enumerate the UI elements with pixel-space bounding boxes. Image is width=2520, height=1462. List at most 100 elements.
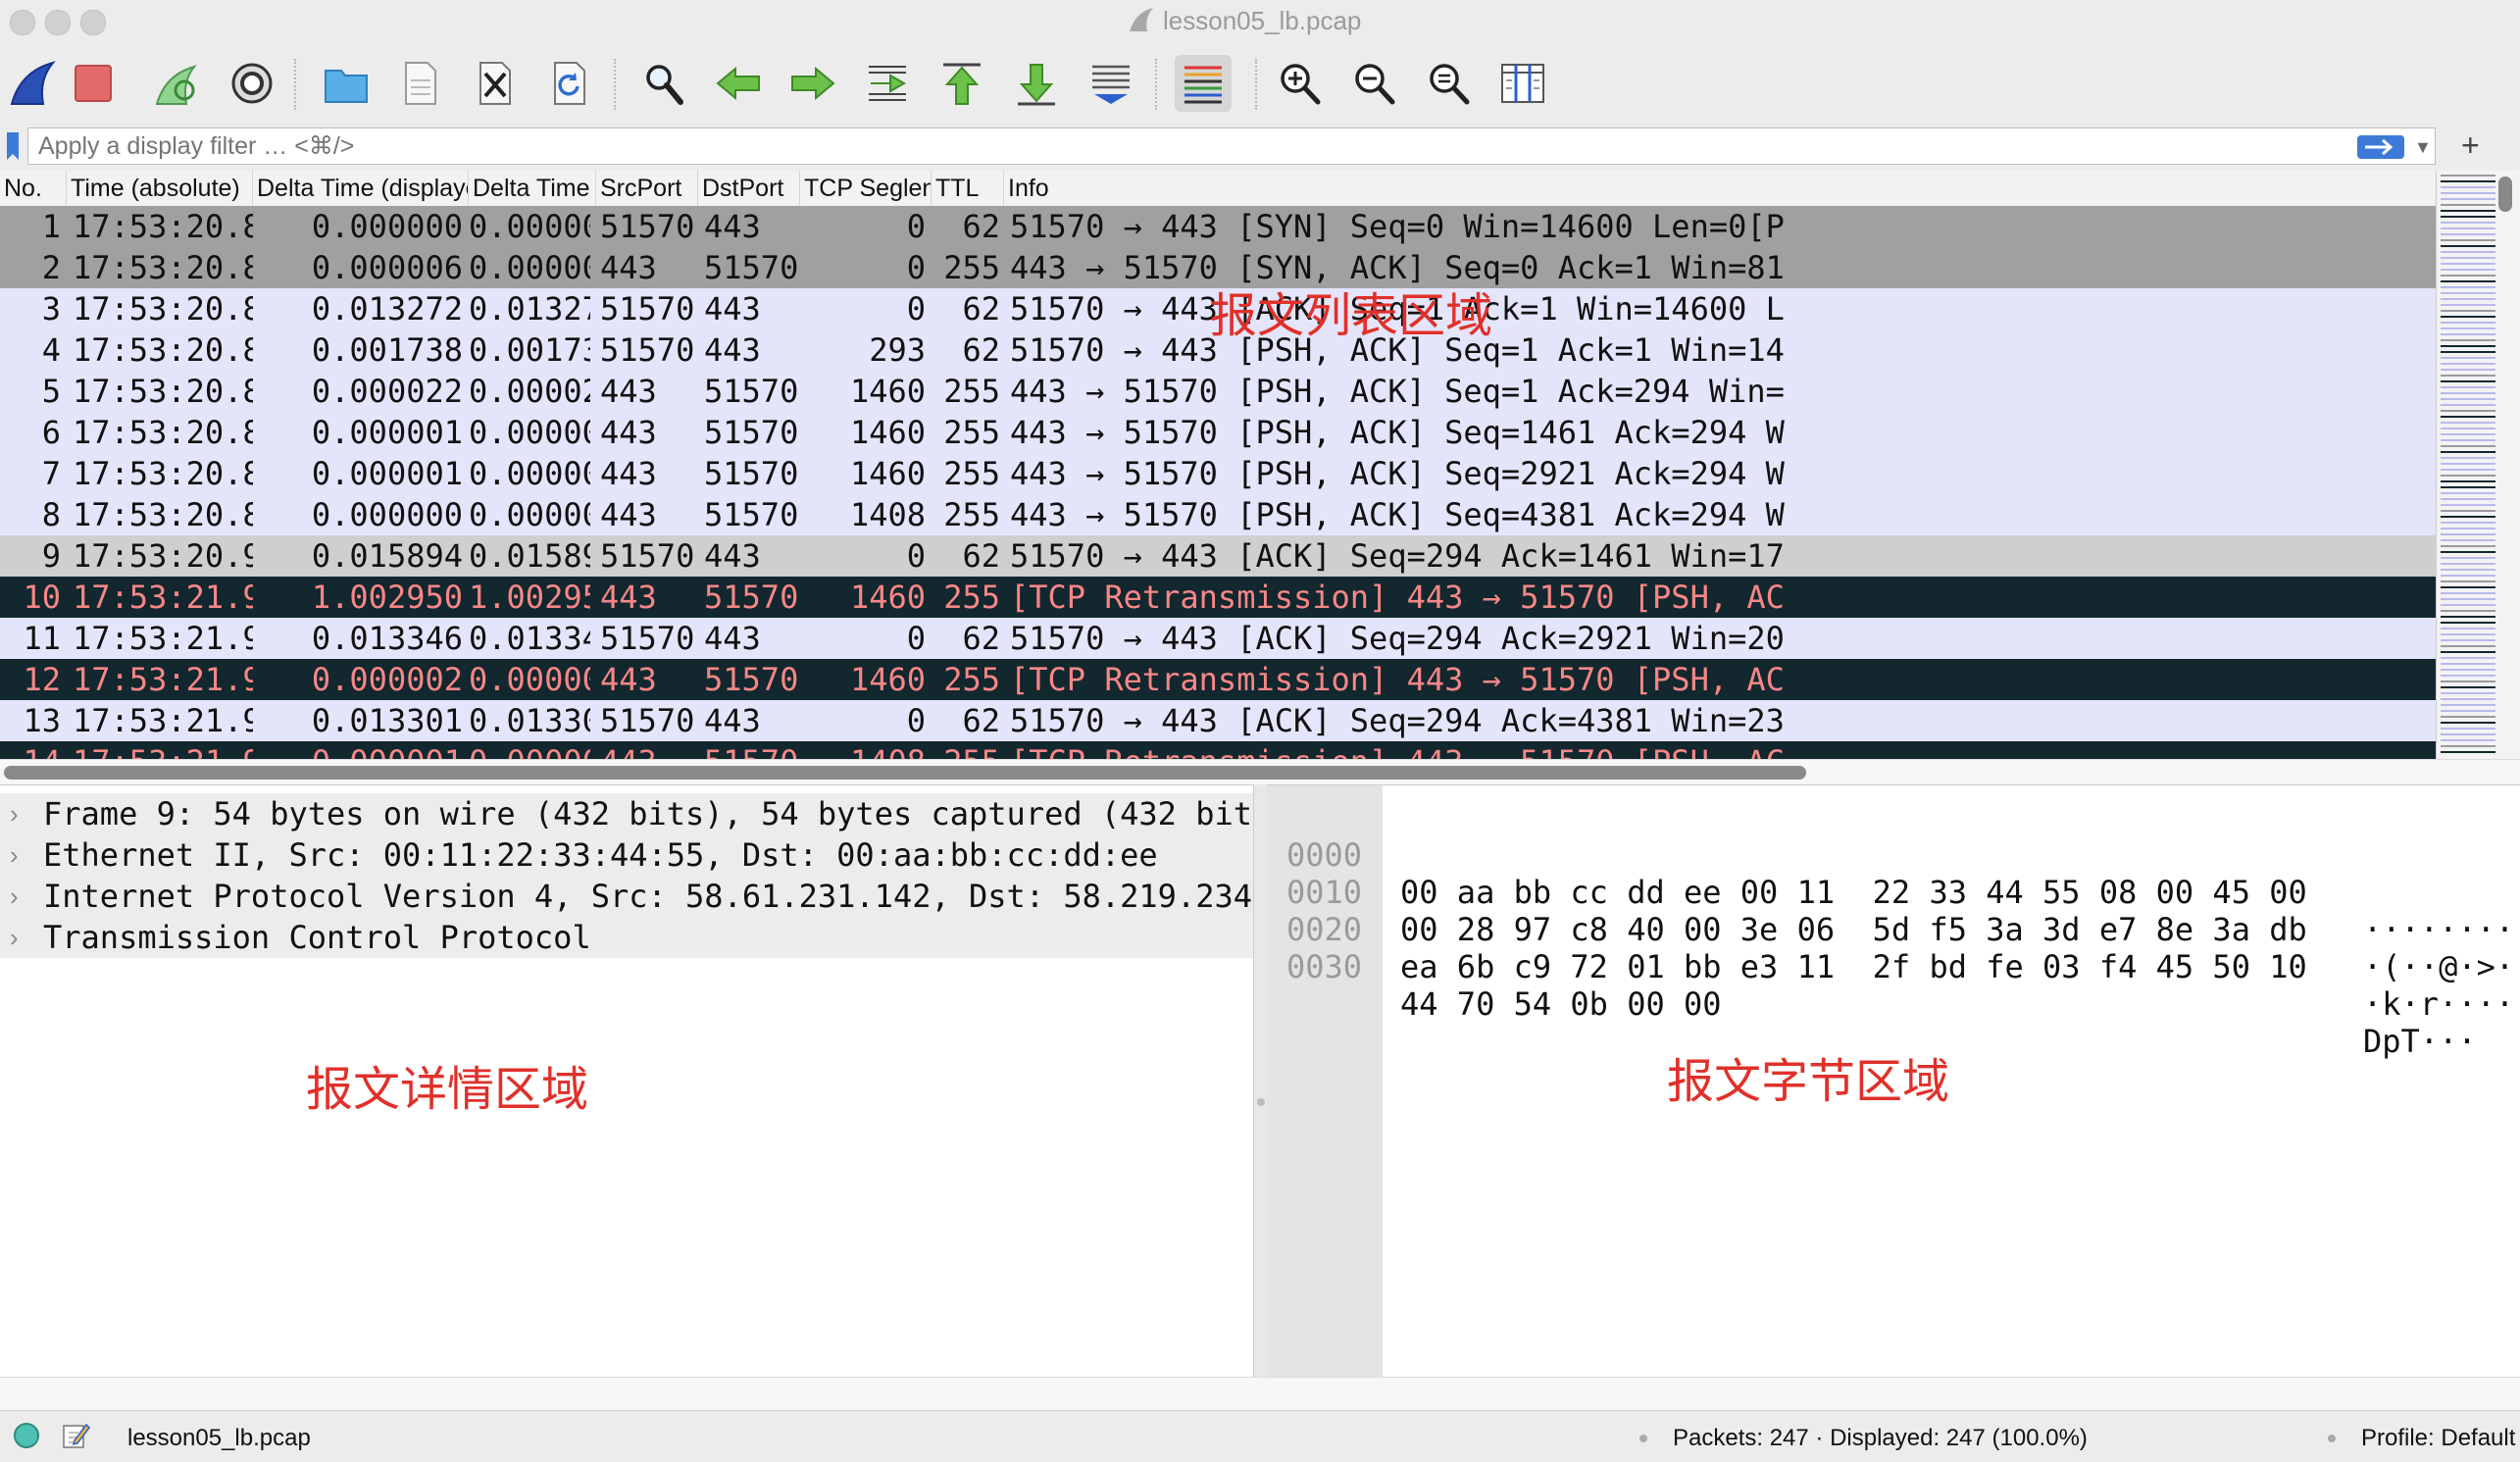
detail-tree-item-ethernet[interactable]: › Ethernet II, Src: 00:11:22:33:44:55, D… [0, 834, 1253, 876]
packet-row[interactable]: 12 17:53:21.924452 0.0000020.000002 443 5157… [0, 659, 2436, 700]
bytes-ascii[interactable]: ········ [2363, 911, 2514, 948]
column-header-no[interactable]: No. [0, 171, 67, 206]
reload-file-button[interactable] [541, 55, 598, 112]
chevron-right-icon[interactable]: › [10, 834, 19, 876]
packet-list-horizontal-scrollbar[interactable] [4, 766, 1806, 780]
packet-cell-seglen: 0 [906, 620, 926, 657]
packet-row[interactable]: 5 17:53:20.892258 0.0000220.000022 443 51570… [0, 371, 2436, 412]
bytes-hex[interactable]: 44 70 54 0b 00 00 [1400, 985, 1722, 1023]
packet-row[interactable]: 10 17:53:21.911104 1.0029501.002950 443 5157… [0, 577, 2436, 618]
status-bar: lesson05_lb.pcap Packets: 247 · Displaye… [0, 1410, 2520, 1462]
bytes-ascii[interactable]: ·k·r···· [2363, 985, 2514, 1023]
column-header-time[interactable]: Time (absolute) [67, 171, 253, 206]
display-filter-input[interactable] [27, 127, 2436, 165]
minimap-stripe [2441, 751, 2495, 753]
zoom-in-button[interactable] [1271, 55, 1328, 112]
go-to-packet-button[interactable] [859, 55, 916, 112]
expert-info-status-icon[interactable] [14, 1423, 39, 1448]
minimap-stripe [2441, 522, 2495, 524]
packet-row[interactable]: 9 17:53:20.908154 0.0158940.015894 51570443… [0, 535, 2436, 577]
column-header-delta[interactable]: Delta Time [469, 171, 596, 206]
packet-cell-info: 443 → 51570 [PSH, ACK] Seq=1 Ack=294 Win… [1010, 373, 1785, 410]
column-header-seglen[interactable]: TCP Seglen [800, 171, 932, 206]
packet-cell-ddisp: 0.000001 [311, 414, 463, 451]
autoscroll-button[interactable] [1083, 55, 1139, 112]
minimap-stripe [2441, 210, 2495, 212]
column-header-info[interactable]: Info [1004, 171, 2436, 206]
packet-row[interactable]: 13 17:53:21.937753 0.0133010.013301 5157044… [0, 700, 2436, 741]
packet-cell-time: 17:53:20.890498 [73, 290, 253, 328]
column-header-delta-displayed[interactable]: Delta Time (displayed) [253, 171, 469, 206]
apply-filter-arrow-icon[interactable] [2357, 135, 2404, 159]
add-filter-button[interactable]: + [2461, 127, 2480, 164]
window-minimize-button[interactable] [45, 10, 71, 35]
minimap-stripe [2441, 216, 2495, 218]
zoom-out-button[interactable] [1345, 55, 1402, 112]
go-back-button[interactable] [710, 55, 767, 112]
chevron-right-icon[interactable]: › [10, 793, 19, 834]
colorize-button[interactable] [1175, 55, 1232, 112]
packet-row[interactable]: 7 17:53:20.892260 0.0000010.000001 443 51570… [0, 453, 2436, 494]
column-header-srcport[interactable]: SrcPort [596, 171, 698, 206]
window-zoom-button[interactable] [80, 10, 106, 35]
packet-list-minimap[interactable] [2436, 171, 2520, 759]
minimap-stripe [2441, 533, 2495, 535]
window-close-button[interactable] [10, 10, 35, 35]
packet-cell-dst: 443 [704, 620, 761, 657]
close-file-button[interactable] [467, 55, 524, 112]
detail-tree-item-ipv4[interactable]: › Internet Protocol Version 4, Src: 58.6… [0, 876, 1253, 917]
bookmark-icon[interactable] [6, 131, 20, 161]
packet-row[interactable]: 11 17:53:21.924450 0.0133460.013346 5157044… [0, 618, 2436, 659]
packet-row[interactable]: 8 17:53:20.892260 0.0000000.000000 443 51570… [0, 494, 2436, 535]
find-packet-button[interactable] [635, 55, 692, 112]
open-file-button[interactable] [318, 55, 375, 112]
capture-options-button[interactable] [224, 55, 280, 112]
packet-cell-seglen: 293 [869, 331, 926, 369]
bytes-hex[interactable]: 00 aa bb cc dd ee 00 11 22 33 44 55 08 0… [1400, 874, 2307, 911]
minimap-stripe [2441, 498, 2495, 500]
resize-columns-button[interactable] [1494, 55, 1551, 112]
minimap-stripe [2441, 528, 2495, 529]
packet-row[interactable]: 1 17:53:20.877220 0.0000000.000000 51570443… [0, 206, 2436, 247]
detail-tree-item-frame[interactable]: › Frame 9: 54 bytes on wire (432 bits), … [0, 793, 1253, 834]
minimap-stripe [2441, 569, 2495, 571]
packet-row[interactable]: 6 17:53:20.892259 0.0000010.000001 443 51570… [0, 412, 2436, 453]
status-profile[interactable]: Profile: Default [2361, 1425, 2515, 1452]
bytes-hex[interactable]: ea 6b c9 72 01 bb e3 11 2f bd fe 03 f4 4… [1400, 948, 2307, 985]
packet-list-vertical-scrollbar[interactable] [2498, 176, 2512, 212]
packet-cell-src: 443 [600, 661, 657, 698]
last-packet-button[interactable] [1008, 55, 1065, 112]
packet-cell-no: 3 [41, 290, 61, 328]
capture-comment-edit-icon[interactable] [61, 1421, 90, 1450]
start-capture-button[interactable] [4, 55, 61, 112]
normal-size-button[interactable] [1420, 55, 1477, 112]
first-packet-button[interactable] [933, 55, 990, 112]
bytes-hex[interactable]: 00 28 97 c8 40 00 3e 06 5d f5 3a 3d e7 8… [1400, 911, 2307, 948]
detail-tree-item-tcp[interactable]: › Transmission Control Protocol [0, 917, 1253, 958]
stop-capture-button[interactable] [65, 55, 122, 112]
packet-cell-info: [TCP Retransmission] 443 → 51570 [PSH, A… [1010, 661, 1785, 698]
chevron-right-icon[interactable]: › [10, 876, 19, 917]
save-file-button[interactable] [392, 55, 449, 112]
packet-row[interactable]: 1417:53:21.9377540.0000010.0000014435157… [0, 741, 2436, 759]
packet-cell-time: 17:53:20.892258 [73, 373, 253, 410]
packet-cell-dst: 443 [704, 290, 761, 328]
bytes-ascii[interactable]: DpT··· [2363, 1023, 2477, 1060]
minimap-stripe [2441, 369, 2495, 371]
packet-cell-ttl: 255 [943, 579, 1000, 616]
packet-cell-info: 51570 → 443 [ACK] Seq=294 Ack=4381 Win=2… [1010, 702, 1785, 739]
filter-history-chevron-down-icon[interactable]: ▼ [2414, 137, 2432, 158]
restart-capture-button[interactable] [147, 55, 204, 112]
packet-cell-no: 1 [41, 208, 61, 245]
column-header-dstport[interactable]: DstPort [698, 171, 800, 206]
bytes-ascii[interactable]: ·(··@·>· [2363, 948, 2514, 985]
minimap-stripe [2441, 504, 2495, 506]
packet-cell-ttl: 255 [943, 414, 1000, 451]
column-header-ttl[interactable]: TTL [932, 171, 1004, 206]
minimap-stripe [2441, 486, 2495, 488]
go-forward-button[interactable] [784, 55, 841, 112]
minimap-stripe [2441, 698, 2495, 700]
packet-cell-time: 17:53:20.908154 [73, 537, 253, 575]
chevron-right-icon[interactable]: › [10, 917, 19, 958]
minimap-stripe [2441, 716, 2495, 718]
